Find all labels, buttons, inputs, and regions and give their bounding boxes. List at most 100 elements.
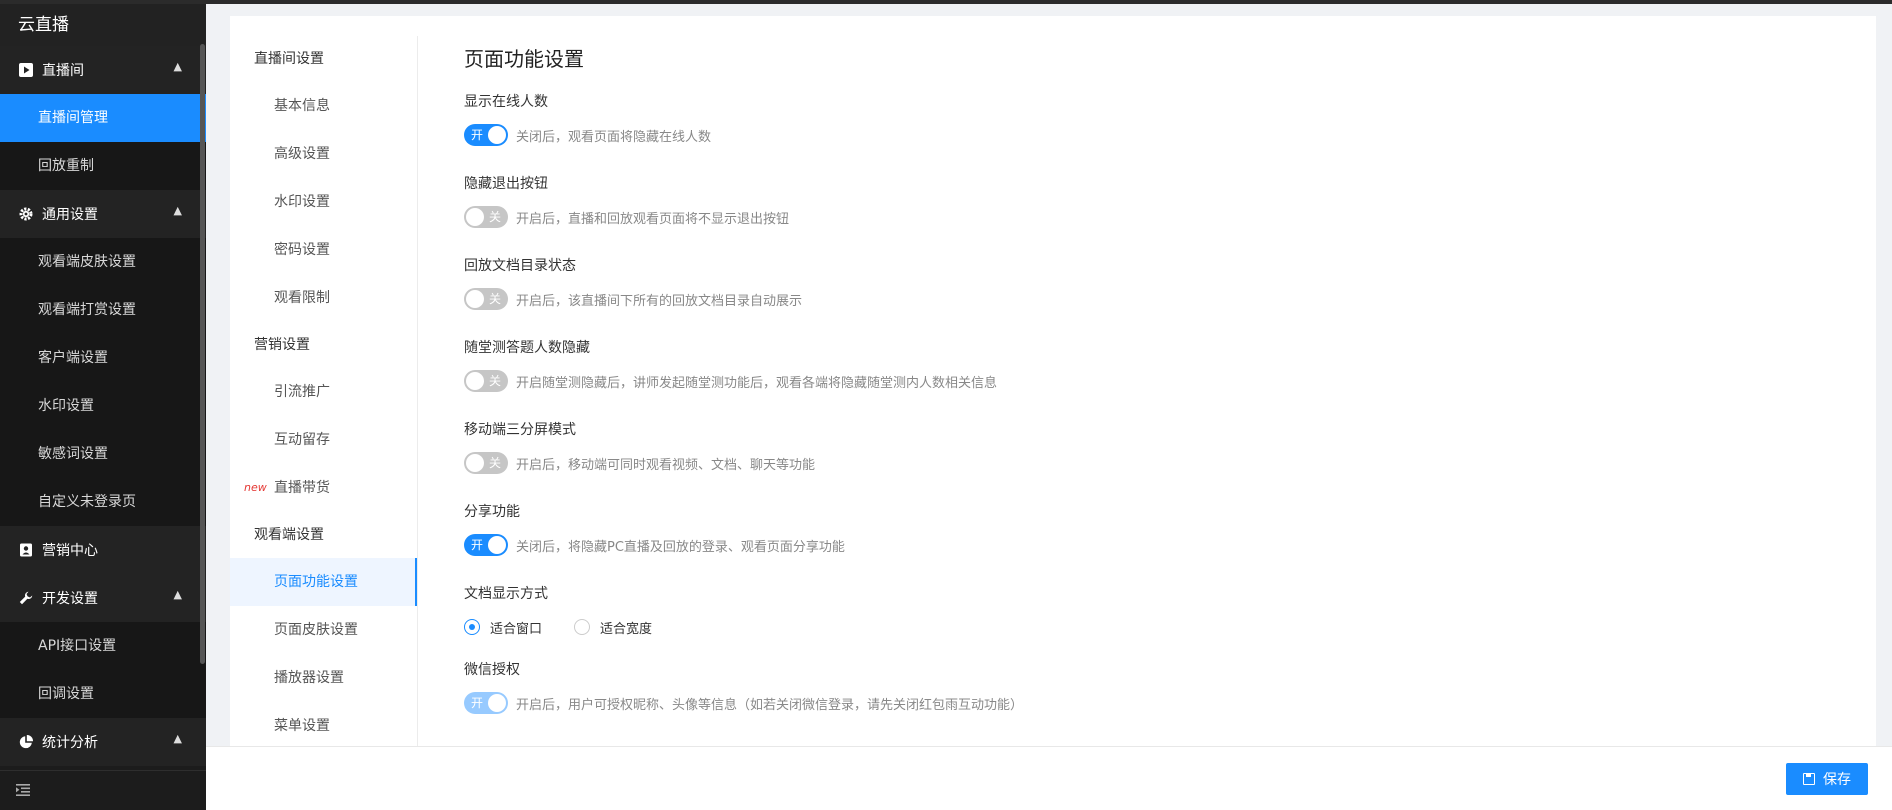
subnav-item-watermark[interactable]: 水印设置 bbox=[230, 178, 417, 226]
radio-label: 适合宽度 bbox=[600, 621, 653, 637]
setting-description: 关闭后，观看页面将隐藏在线人数 bbox=[516, 129, 712, 145]
sidebar-item-client-settings[interactable]: 客户端设置 bbox=[0, 334, 206, 382]
subnav-item-advanced[interactable]: 高级设置 bbox=[230, 130, 417, 178]
setting-label: 显示在线人数 bbox=[464, 94, 548, 110]
sidebar-group-label: 统计分析 bbox=[42, 735, 98, 751]
sidebar-group-general-settings[interactable]: 通用设置 ▲ bbox=[0, 190, 206, 238]
setting-label: 回放文档目录状态 bbox=[464, 258, 576, 274]
radio-dot bbox=[464, 619, 480, 635]
setting-hide-exit-button: 隐藏退出按钮 关 开启后，直播和回放观看页面将不显示退出按钮 bbox=[464, 174, 1844, 238]
sidebar-group-dev-settings[interactable]: 开发设置 ▲ bbox=[0, 574, 206, 622]
sidebar-item-viewer-reward[interactable]: 观看端打赏设置 bbox=[0, 286, 206, 334]
subnav-item-interaction-retention[interactable]: 互动留存 bbox=[230, 416, 417, 464]
main-area: 直播间设置 基本信息 高级设置 水印设置 密码设置 观看限制 营销设置 引流推广… bbox=[206, 4, 1892, 810]
radio-dot bbox=[574, 619, 591, 635]
subnav-item-basic-info[interactable]: 基本信息 bbox=[230, 82, 417, 130]
chevron-up-icon: ▲ bbox=[173, 732, 182, 745]
subnav-section-live-room: 直播间设置 bbox=[254, 51, 324, 67]
action-footer: 保存 bbox=[206, 746, 1892, 810]
setting-description: 开启随堂测隐藏后，讲师发起随堂测功能后，观看各端将隐藏随堂测内人数相关信息 bbox=[516, 375, 998, 391]
quiz-count-hide-toggle[interactable]: 关 bbox=[464, 370, 508, 392]
sidebar-item-sensitive-words[interactable]: 敏感词设置 bbox=[0, 430, 206, 478]
sidebar-group-label: 通用设置 bbox=[42, 207, 98, 223]
save-icon bbox=[1803, 773, 1815, 785]
replay-doc-catalog-toggle[interactable]: 关 bbox=[464, 288, 508, 310]
subnav-item-view-limit[interactable]: 观看限制 bbox=[230, 274, 417, 322]
toggle-text: 关 bbox=[488, 456, 501, 470]
menu-collapse-icon bbox=[16, 781, 30, 800]
settings-subnav: 直播间设置 基本信息 高级设置 水印设置 密码设置 观看限制 营销设置 引流推广… bbox=[230, 36, 418, 746]
setting-label: 文档显示方式 bbox=[464, 586, 548, 602]
sidebar-item-viewer-skin[interactable]: 观看端皮肤设置 bbox=[0, 238, 206, 286]
toggle-text: 开 bbox=[471, 128, 484, 142]
sidebar-item-replay-remake[interactable]: 回放重制 bbox=[0, 142, 206, 190]
subnav-section-marketing: 营销设置 bbox=[254, 337, 310, 353]
pie-chart-icon bbox=[18, 734, 34, 750]
sidebar-item-custom-unlogged-page[interactable]: 自定义未登录页 bbox=[0, 478, 206, 526]
subnav-item-live-commerce[interactable]: new 直播带货 bbox=[230, 464, 417, 512]
setting-description: 开启后，移动端可同时观看视频、文档、聊天等功能 bbox=[516, 457, 816, 473]
settings-form: 页面功能设置 显示在线人数 开 关闭后，观看页面将隐藏在线人数 隐藏退出按钮 关… bbox=[464, 44, 1844, 724]
hide-exit-toggle[interactable]: 关 bbox=[464, 206, 508, 228]
save-button[interactable]: 保存 bbox=[1786, 763, 1868, 795]
setting-description: 开启后，该直播间下所有的回放文档目录自动展示 bbox=[516, 293, 803, 309]
app-brand: 云直播 bbox=[0, 4, 206, 46]
setting-label: 移动端三分屏模式 bbox=[464, 422, 576, 438]
share-toggle[interactable]: 开 bbox=[464, 534, 508, 556]
setting-label: 微信授权 bbox=[464, 662, 520, 678]
setting-doc-display: 文档显示方式 适合窗口 适合宽度 bbox=[464, 584, 1844, 642]
radio-label: 适合窗口 bbox=[490, 621, 543, 637]
setting-label: 隐藏退出按钮 bbox=[464, 176, 548, 192]
subnav-item-traffic-promo[interactable]: 引流推广 bbox=[230, 368, 417, 416]
sidebar-group-label: 营销中心 bbox=[42, 543, 98, 559]
setting-label: 随堂测答题人数隐藏 bbox=[464, 340, 590, 356]
sidebar-item-live-room-manage[interactable]: 直播间管理 bbox=[0, 94, 206, 142]
radio-fit-width[interactable]: 适合宽度 bbox=[574, 618, 652, 637]
sidebar: 云直播 直播间 ▲ 直播间管理 回放重制 通用设置 ▲ 观看端皮肤设置 观看端打… bbox=[0, 4, 206, 810]
setting-wechat-auth: 微信授权 开 开启后，用户可授权昵称、头像等信息（如若关闭微信登录，请先关闭红包… bbox=[464, 660, 1844, 724]
radio-fit-window[interactable]: 适合窗口 bbox=[464, 618, 542, 637]
subnav-section-viewer: 观看端设置 bbox=[254, 527, 324, 543]
subnav-item-password[interactable]: 密码设置 bbox=[230, 226, 417, 274]
setting-share: 分享功能 开 关闭后，将隐藏PC直播及回放的登录、观看页面分享功能 bbox=[464, 502, 1844, 566]
marketing-icon bbox=[18, 542, 34, 558]
wrench-icon bbox=[18, 590, 34, 606]
sidebar-scrollbar[interactable] bbox=[200, 44, 205, 664]
toggle-text: 开 bbox=[471, 538, 484, 552]
toggle-text: 关 bbox=[488, 374, 501, 388]
setting-replay-doc-catalog: 回放文档目录状态 关 开启后，该直播间下所有的回放文档目录自动展示 bbox=[464, 256, 1844, 320]
sidebar-group-label: 开发设置 bbox=[42, 591, 98, 607]
subnav-item-label: 直播带货 bbox=[274, 480, 330, 496]
sidebar-item-callback-settings[interactable]: 回调设置 bbox=[0, 670, 206, 718]
setting-label: 分享功能 bbox=[464, 504, 520, 520]
subnav-item-player[interactable]: 播放器设置 bbox=[230, 654, 417, 702]
chevron-up-icon: ▲ bbox=[173, 204, 182, 217]
chevron-up-icon: ▲ bbox=[173, 60, 182, 73]
wechat-auth-toggle[interactable]: 开 bbox=[464, 692, 508, 714]
subnav-item-page-features[interactable]: 页面功能设置 bbox=[230, 558, 417, 606]
content-panel: 直播间设置 基本信息 高级设置 水印设置 密码设置 观看限制 营销设置 引流推广… bbox=[230, 16, 1876, 746]
sidebar-item-watermark[interactable]: 水印设置 bbox=[0, 382, 206, 430]
sidebar-group-marketing-center[interactable]: 营销中心 bbox=[0, 526, 206, 574]
chevron-up-icon: ▲ bbox=[173, 588, 182, 601]
sidebar-item-api-settings[interactable]: API接口设置 bbox=[0, 622, 206, 670]
gear-icon bbox=[18, 206, 34, 222]
toggle-text: 关 bbox=[488, 210, 501, 224]
setting-description: 开启后，用户可授权昵称、头像等信息（如若关闭微信登录，请先关闭红包雨互动功能） bbox=[516, 697, 1024, 713]
page-title: 页面功能设置 bbox=[464, 47, 584, 71]
sidebar-group-label: 直播间 bbox=[42, 63, 84, 79]
subnav-item-menu[interactable]: 菜单设置 bbox=[230, 702, 417, 750]
setting-show-online-count: 显示在线人数 开 关闭后，观看页面将隐藏在线人数 bbox=[464, 92, 1844, 156]
setting-quiz-count-hide: 随堂测答题人数隐藏 关 开启随堂测隐藏后，讲师发起随堂测功能后，观看各端将隐藏随… bbox=[464, 338, 1844, 402]
setting-mobile-three-screen: 移动端三分屏模式 关 开启后，移动端可同时观看视频、文档、聊天等功能 bbox=[464, 420, 1844, 484]
toggle-text: 关 bbox=[488, 292, 501, 306]
online-count-toggle[interactable]: 开 bbox=[464, 124, 508, 146]
toggle-text: 开 bbox=[471, 696, 484, 710]
sidebar-group-live-room[interactable]: 直播间 ▲ bbox=[0, 46, 206, 94]
new-badge: new bbox=[244, 481, 267, 494]
collapse-sidebar-button[interactable] bbox=[0, 770, 206, 810]
save-label: 保存 bbox=[1823, 772, 1851, 788]
sidebar-group-statistics[interactable]: 统计分析 ▲ bbox=[0, 718, 206, 766]
subnav-item-page-skin[interactable]: 页面皮肤设置 bbox=[230, 606, 417, 654]
mobile-three-screen-toggle[interactable]: 关 bbox=[464, 452, 508, 474]
